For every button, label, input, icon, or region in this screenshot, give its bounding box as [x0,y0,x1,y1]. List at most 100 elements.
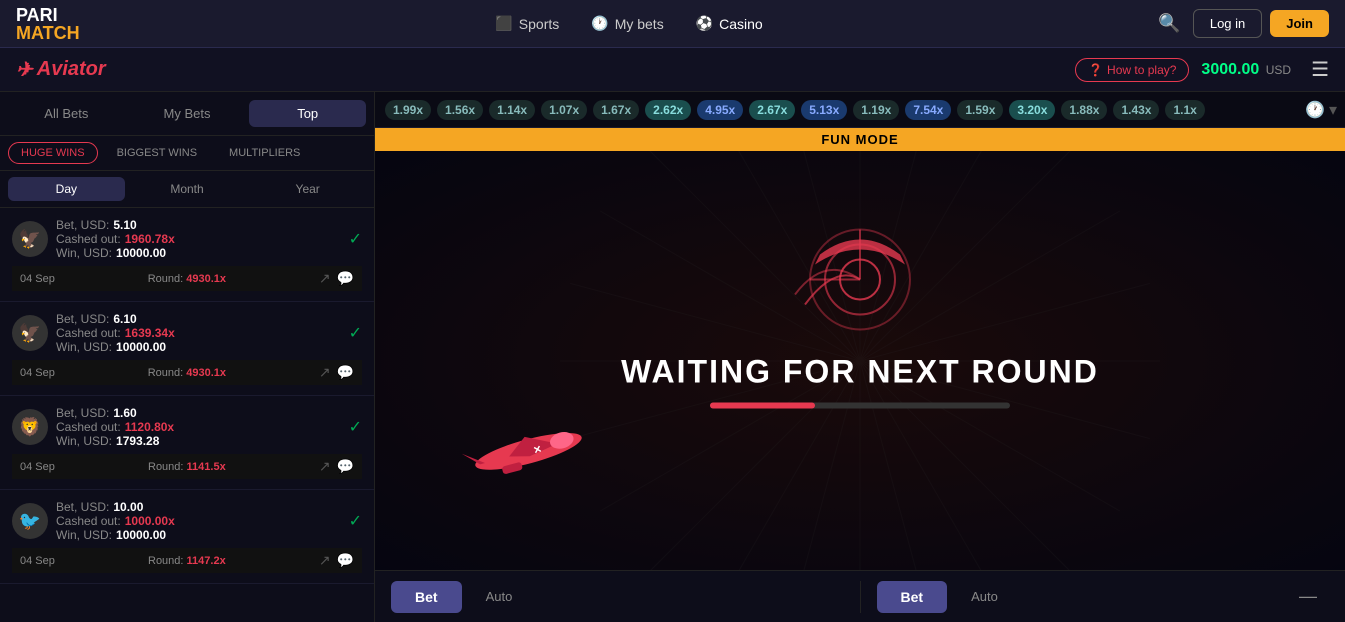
multiplier-value: 1.88x [1061,100,1107,120]
aviator-logo: ✈ Aviator [16,57,106,82]
bet-amount: Bet, USD: 10.00 [56,500,341,514]
share-icon[interactable]: ↗ [319,552,331,569]
chevron-down-icon[interactable]: ▾ [1329,100,1337,120]
bet-group-1: Bet Auto [375,581,861,613]
bet-win: Win, USD: 10000.00 [56,246,341,260]
nav-casino[interactable]: ⚽ Casino [684,11,775,36]
multiplier-value: 1.43x [1113,100,1159,120]
bet-info: Bet, USD: 10.00 Cashed out: 1000.00x Win… [56,500,341,542]
main-content: All Bets My Bets Top HUGE WINS BIGGEST W… [0,92,1345,622]
nav-right: 🔍 Log in Join [1154,9,1329,38]
hamburger-menu-icon[interactable]: ☰ [1311,57,1329,82]
chat-icon[interactable]: 💬 [337,364,354,381]
bet-value: 6.10 [113,312,136,326]
nav-mybets[interactable]: 🕐 My bets [579,11,675,36]
tab-day[interactable]: Day [8,177,125,201]
how-to-play-button[interactable]: ❓ How to play? [1075,58,1189,82]
round-info: 04 Sep Round: 1141.5x ↗ 💬 [12,454,362,479]
verified-icon: ✓ [349,511,362,531]
aviator-title: Aviator [37,58,106,81]
bet-button-1[interactable]: Bet [391,581,462,613]
waiting-title: WAITING FOR NEXT ROUND [621,354,1099,391]
logo-match: MATCH [16,24,80,42]
auto-button-1[interactable]: Auto [470,581,529,612]
tab-year[interactable]: Year [249,177,366,201]
tab-all-bets[interactable]: All Bets [8,100,125,127]
fun-mode-bar: FUN MODE [375,128,1345,151]
parimatch-logo[interactable]: PARI MATCH [16,6,80,42]
round-date: 04 Sep [20,461,55,473]
multiplier-value: 1.14x [489,100,535,120]
tab-huge-wins[interactable]: HUGE WINS [8,142,98,164]
search-icon[interactable]: 🔍 [1154,9,1184,38]
question-icon: ❓ [1088,63,1103,77]
tab-my-bets[interactable]: My Bets [129,100,246,127]
bet-label: Bet, USD: [56,218,109,232]
multiplier-value: 1.1x [1165,100,1204,120]
minus-button[interactable]: — [1287,578,1329,615]
radar-icon [790,214,930,339]
bet-info: Bet, USD: 1.60 Cashed out: 1120.80x Win,… [56,406,341,448]
multiplier-value: 2.67x [749,100,795,120]
chat-icon[interactable]: 💬 [337,458,354,475]
bet-value: 10.00 [113,500,143,514]
cashout-value: 1120.80x [125,420,174,434]
tab-top[interactable]: Top [249,100,366,127]
login-button[interactable]: Log in [1193,9,1262,38]
win-label: Win, USD: [56,528,112,542]
multiplier-value: 1.56x [437,100,483,120]
cashout-label: Cashed out: [56,514,121,528]
bets-list: 🦅 Bet, USD: 5.10 Cashed out: 1960.78x Wi… [0,208,374,622]
waiting-text: WAITING FOR NEXT ROUND [621,354,1099,409]
avatar: 🐦 [12,503,48,539]
share-icon[interactable]: ↗ [319,364,331,381]
avatar: 🦅 [12,315,48,351]
aviator-bar: ✈ Aviator ❓ How to play? 3000.00 USD ☰ [0,48,1345,92]
bet-win: Win, USD: 10000.00 [56,340,341,354]
round-info: 04 Sep Round: 4930.1x ↗ 💬 [12,266,362,291]
join-button[interactable]: Join [1270,10,1329,37]
round-multiplier: 4930.1x [186,367,226,379]
chat-icon[interactable]: 💬 [337,270,354,287]
bet-cashout: Cashed out: 1960.78x [56,232,341,246]
bet-cashout: Cashed out: 1639.34x [56,326,341,340]
verified-icon: ✓ [349,229,362,249]
round-actions: ↗ 💬 [319,458,354,475]
bet-button-2[interactable]: Bet [877,581,948,613]
share-icon[interactable]: ↗ [319,458,331,475]
win-label: Win, USD: [56,434,112,448]
cashout-value: 1639.34x [125,326,175,340]
top-navigation: PARI MATCH ⬛ Sports 🕐 My bets ⚽ Casino 🔍… [0,0,1345,48]
round-info: 04 Sep Round: 1147.2x ↗ 💬 [12,548,362,573]
casino-icon: ⚽ [696,15,713,32]
bet-group-2: Bet Auto — [861,578,1345,615]
multiplier-bar-icons[interactable]: 🕐 ▾ [1305,100,1337,120]
time-tabs: Day Month Year [0,171,374,208]
multiplier-value: 4.95x [697,100,743,120]
verified-icon: ✓ [349,323,362,343]
tab-biggest-wins[interactable]: BIGGEST WINS [104,142,210,164]
round-date: 04 Sep [20,555,55,567]
bet-cashout: Cashed out: 1000.00x [56,514,341,528]
share-icon[interactable]: ↗ [319,270,331,287]
bet-win: Win, USD: 1793.28 [56,434,341,448]
cashout-label: Cashed out: [56,326,121,340]
round-label: Round: 1141.5x [148,461,226,473]
mybets-label: My bets [615,16,664,32]
history-icon[interactable]: 🕐 [1305,100,1325,120]
avatar: 🦅 [12,221,48,257]
tab-multipliers[interactable]: MULTIPLIERS [216,142,313,164]
progress-bar-fill [710,403,815,409]
auto-button-2[interactable]: Auto [955,581,1014,612]
multiplier-bar: 1.99x1.56x1.14x1.07x1.67x2.62x4.95x2.67x… [375,92,1345,128]
chat-icon[interactable]: 💬 [337,552,354,569]
round-multiplier: 1141.5x [187,461,226,473]
tab-month[interactable]: Month [129,177,246,201]
multiplier-value: 1.59x [957,100,1003,120]
cashout-value: 1960.78x [125,232,175,246]
bets-tabs: All Bets My Bets Top [0,92,374,136]
bet-controls: Bet Auto Bet Auto — [375,570,1345,622]
round-multiplier: 4930.1x [186,273,226,285]
sports-label: Sports [519,16,559,32]
nav-sports[interactable]: ⬛ Sports [483,11,571,36]
